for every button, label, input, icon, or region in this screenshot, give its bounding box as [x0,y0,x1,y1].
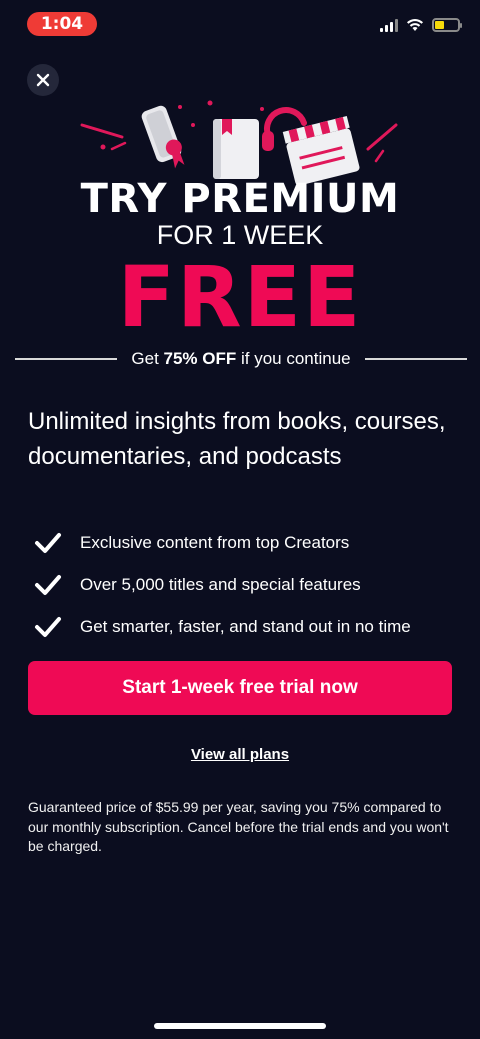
divider-line-left [15,358,118,360]
feature-item: Over 5,000 titles and special features [34,564,454,606]
feature-item: Get smarter, faster, and stand out in no… [34,606,454,648]
check-icon [34,570,64,600]
start-trial-button[interactable]: Start 1-week free trial now [28,661,452,715]
feature-label: Over 5,000 titles and special features [80,575,361,594]
clapperboard-icon [262,107,360,185]
feature-label: Get smarter, faster, and stand out in no… [80,617,411,636]
feature-list: Exclusive content from top Creators Over… [34,522,454,648]
status-bar: 1:04 [0,0,480,48]
scroll-icon [141,105,185,169]
pricing-disclaimer: Guaranteed price of $55.99 per year, sav… [28,799,449,854]
offer-divider: Get 75% OFF if you continue [15,347,468,371]
offer-suffix: if you continue [236,349,351,368]
status-icons [380,18,462,32]
hero-free: FREE [117,248,363,346]
divider-line-right [364,358,468,360]
offer-discount: 75% OFF [163,349,237,368]
check-icon [34,612,64,642]
wifi-icon [407,19,423,31]
close-button[interactable] [27,64,59,96]
benefits-headline: Unlimited insights from books, courses, … [28,408,446,470]
feature-item: Exclusive content from top Creators [34,522,454,564]
offer-prefix: Get [131,349,164,368]
hero-subtitle: FOR 1 WEEK [156,220,324,250]
cellular-signal-icon [380,18,398,32]
close-icon [36,73,50,87]
view-all-plans-link[interactable]: View all plans [0,746,480,763]
hero-title: TRY PREMIUM [80,176,400,222]
check-icon [34,528,64,558]
home-indicator [154,1023,326,1029]
battery-icon [432,18,462,32]
hero-illustration [80,100,398,185]
status-time: 1:04 [27,12,97,36]
feature-label: Exclusive content from top Creators [80,533,350,552]
book-icon [213,119,259,179]
offer-text: Get 75% OFF if you continue [117,349,364,369]
